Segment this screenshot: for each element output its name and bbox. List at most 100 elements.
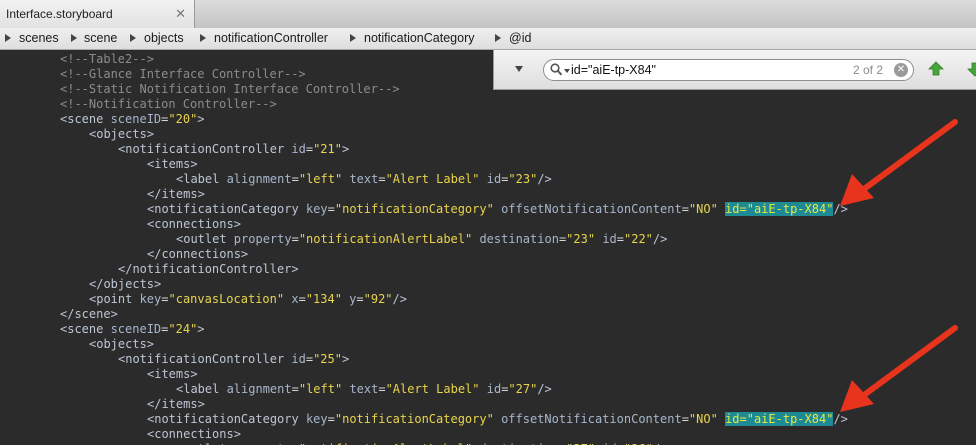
- search-match-highlight: id="aiE-tp-X84": [725, 202, 834, 216]
- code-token: </items>: [147, 397, 205, 411]
- code-token: =: [291, 382, 299, 396]
- tab-interface-storyboard[interactable]: Interface.storyboard ✕: [0, 0, 195, 28]
- code-line: <notificationController id="25">: [118, 352, 349, 367]
- code-token: alignment: [226, 382, 292, 396]
- find-field[interactable]: id="aiE-tp-X84" 2 of 2 ✕: [543, 59, 914, 81]
- code-token: />: [652, 232, 668, 246]
- code-token: "notificationCategory": [334, 202, 494, 216]
- code-token: </connections>: [147, 247, 249, 261]
- up-arrow-icon[interactable]: [928, 61, 944, 77]
- code-token: "left": [298, 382, 343, 396]
- code-token: "27": [508, 382, 538, 396]
- breadcrumb-item[interactable]: notificationCategory: [364, 31, 474, 45]
- code-token: =: [298, 292, 306, 306]
- code-token: <notificationController: [118, 142, 292, 156]
- code-editor[interactable]: <!--Table2--> <!--Glance Interface Contro…: [0, 50, 976, 445]
- code-token: <!--Table2-->: [60, 52, 154, 66]
- code-line: <notificationCategory key="notificationC…: [147, 202, 848, 217]
- code-token: </scene>: [60, 307, 118, 321]
- code-token: text: [349, 172, 379, 186]
- code-line: </items>: [147, 187, 205, 202]
- code-line: </connections>: [147, 247, 248, 262]
- code-token: =: [681, 412, 689, 426]
- code-token: id: [602, 232, 617, 246]
- code-token: <objects>: [89, 337, 155, 351]
- breadcrumb-separator-icon: [495, 34, 501, 42]
- code-token: =: [305, 142, 314, 156]
- code-token: destination: [479, 232, 559, 246]
- code-token: <notificationCategory: [147, 412, 306, 426]
- breadcrumb-separator-icon: [71, 34, 77, 42]
- code-line: <objects>: [89, 337, 154, 352]
- code-token: />: [833, 412, 848, 426]
- code-token: =: [305, 352, 314, 366]
- code-token: <notificationController: [118, 352, 292, 366]
- code-token: />: [833, 202, 848, 216]
- code-token: "23": [508, 172, 538, 186]
- find-bar: id="aiE-tp-X84" 2 of 2 ✕: [493, 50, 976, 90]
- code-token: <point: [89, 292, 140, 306]
- code-token: <scene: [60, 322, 111, 336]
- code-token: "134": [305, 292, 342, 306]
- code-token: <!--Glance Interface Controller-->: [60, 67, 306, 81]
- code-token: =: [681, 202, 689, 216]
- code-token: id: [486, 382, 502, 396]
- code-line: <notificationCategory key = "notificationC…: [147, 412, 848, 427]
- code-token: key: [305, 412, 328, 426]
- close-icon[interactable]: ✕: [175, 6, 186, 22]
- code-token: <label: [176, 172, 227, 186]
- code-token: <items>: [147, 367, 198, 381]
- code-token: "92": [363, 292, 393, 306]
- code-token: "canvasLocation": [168, 292, 285, 306]
- code-line: </notificationController>: [118, 262, 299, 277]
- code-line: <items>: [147, 157, 198, 172]
- tab-bar: Interface.storyboard ✕: [0, 0, 976, 29]
- find-match-count: 2 of 2: [852, 63, 883, 77]
- code-line: <connections>: [147, 427, 241, 442]
- breadcrumb-item[interactable]: scenes: [19, 31, 59, 45]
- code-token: "NO": [688, 202, 718, 216]
- down-arrow-icon[interactable]: [967, 61, 976, 77]
- magnifier-icon: [550, 63, 563, 76]
- code-token: <items>: [147, 157, 198, 171]
- code-token: <label: [176, 382, 227, 396]
- code-token: "NO": [688, 412, 718, 426]
- code-line: <items>: [147, 367, 198, 382]
- code-token: >: [197, 112, 205, 126]
- code-token: =: [378, 382, 386, 396]
- code-token: "notificationCategory": [334, 412, 494, 426]
- code-token: <notificationCategory: [147, 202, 306, 216]
- code-token: "notificationAlertLabel": [298, 232, 473, 246]
- code-token: alignment: [226, 172, 292, 186]
- code-token: <scene: [60, 112, 111, 126]
- code-line: </scene>: [60, 307, 118, 322]
- code-token: >: [341, 142, 350, 156]
- code-line: <point key="canvasLocation" x="134" y="9…: [89, 292, 407, 307]
- code-token: id: [291, 142, 306, 156]
- code-token: text: [349, 382, 379, 396]
- clear-icon[interactable]: ✕: [894, 63, 908, 77]
- breadcrumb-item[interactable]: objects: [144, 31, 184, 45]
- code-token: "23": [566, 232, 596, 246]
- find-mode-dropdown-icon[interactable]: [515, 66, 523, 72]
- breadcrumb-item[interactable]: scene: [84, 31, 117, 45]
- code-token: <connections>: [147, 217, 241, 231]
- code-token: </objects>: [89, 277, 162, 291]
- breadcrumb-separator-icon: [350, 34, 356, 42]
- jump-bar: scenes scene objects notificationController…: [0, 28, 976, 50]
- code-token: key: [139, 292, 162, 306]
- code-token: "22": [624, 232, 653, 246]
- breadcrumb-item[interactable]: @id: [509, 31, 531, 45]
- code-token: =: [356, 292, 364, 306]
- code-token: </items>: [147, 187, 205, 201]
- code-token: id: [291, 352, 306, 366]
- breadcrumb-item[interactable]: notificationController: [214, 31, 328, 45]
- code-line: <!--Table2-->: [60, 52, 154, 67]
- code-token: sceneID: [110, 112, 162, 126]
- code-token: />: [537, 382, 552, 396]
- code-token: property: [233, 232, 292, 246]
- code-line: <!--Glance Interface Controller-->: [60, 67, 306, 82]
- find-input[interactable]: id="aiE-tp-X84": [571, 63, 656, 77]
